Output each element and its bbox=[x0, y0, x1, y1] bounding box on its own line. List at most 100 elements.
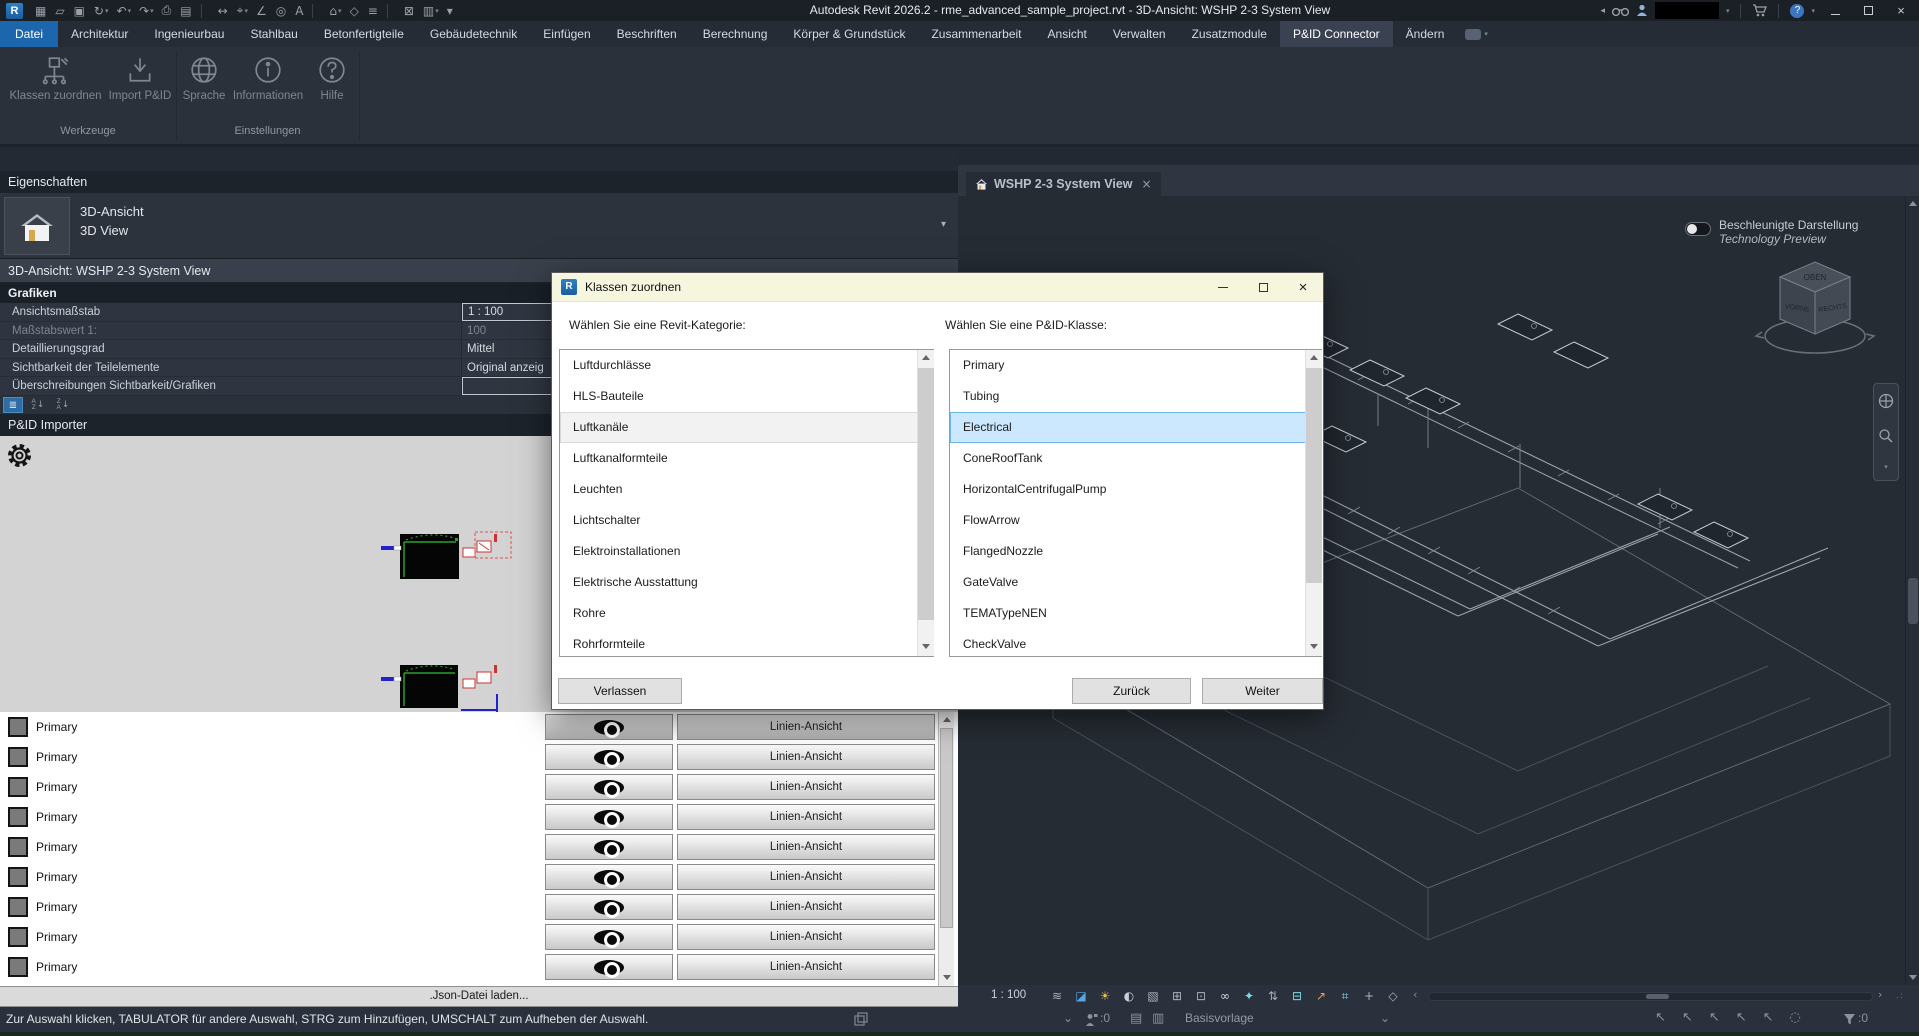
class-list-item[interactable]: Tubing bbox=[950, 381, 1321, 412]
layer-color-swatch[interactable] bbox=[8, 747, 28, 767]
edit-sheet-icon[interactable]: ▤ bbox=[176, 1, 196, 21]
ribbon-tab[interactable]: Körper & Grundstück bbox=[780, 21, 918, 47]
tag-by-category-icon[interactable]: ◎ bbox=[272, 1, 291, 21]
text-icon[interactable]: A bbox=[291, 1, 308, 21]
close-button[interactable]: × bbox=[1888, 3, 1914, 18]
import-pid-button[interactable]: Import P&ID bbox=[106, 55, 174, 102]
layer-color-swatch[interactable] bbox=[8, 717, 28, 737]
filter-icon[interactable] bbox=[1843, 1013, 1856, 1026]
temporary-view-properties-icon[interactable]: ⊟ bbox=[1285, 989, 1309, 1003]
view-scale-button[interactable]: 1 : 100 bbox=[991, 989, 1026, 1001]
scroll-up-icon[interactable] bbox=[939, 712, 954, 727]
layer-color-swatch[interactable] bbox=[8, 837, 28, 857]
crop-view-icon[interactable]: ⊞ bbox=[1165, 989, 1189, 1003]
restore-button[interactable] bbox=[1855, 3, 1881, 18]
search-binoculars-icon[interactable] bbox=[1612, 5, 1629, 17]
category-list-item[interactable]: Elektrische Ausstattung bbox=[560, 567, 933, 598]
visual-style-icon[interactable]: ◪ bbox=[1069, 989, 1093, 1003]
class-list-item[interactable]: Primary bbox=[950, 350, 1321, 381]
category-list-item[interactable]: Luftdurchlässe bbox=[560, 350, 933, 381]
tag-icon[interactable]: ⌖▾ bbox=[233, 1, 252, 21]
dialog-title-bar[interactable]: R Klassen zuordnen × bbox=[552, 273, 1323, 302]
modify-properties-icon[interactable]: ▦ bbox=[31, 1, 51, 21]
ribbon-tab[interactable]: Ingenieurbau bbox=[141, 21, 237, 47]
viewport-scrollbar[interactable] bbox=[1905, 196, 1919, 985]
reveal-hidden-elements-icon[interactable]: ✦ bbox=[1237, 989, 1261, 1003]
scroll-down-icon[interactable] bbox=[1906, 970, 1919, 985]
ribbon-tab[interactable]: Architektur bbox=[58, 21, 141, 47]
scrollbar-thumb[interactable] bbox=[918, 368, 934, 620]
angle-dimension-icon[interactable]: ∠ bbox=[252, 1, 272, 21]
view-mode-button[interactable]: Linien-Ansicht bbox=[677, 954, 935, 980]
back-button[interactable]: Zurück bbox=[1072, 678, 1191, 704]
dialog-minimize-button[interactable] bbox=[1203, 273, 1243, 301]
scrollbar-thumb[interactable] bbox=[1306, 368, 1322, 583]
customize-qat-icon[interactable]: ▾ bbox=[443, 1, 458, 21]
class-list-item[interactable]: GateValve bbox=[950, 567, 1321, 598]
view-mode-button[interactable]: Linien-Ansicht bbox=[677, 894, 935, 920]
thin-lines-icon[interactable]: ≡ bbox=[364, 1, 383, 21]
options-dropdown-icon[interactable]: ⌄ bbox=[1380, 1011, 1390, 1025]
category-list-item[interactable]: Elektroinstallationen bbox=[560, 536, 933, 567]
thin-lines-icon[interactable]: ≋ bbox=[1045, 989, 1069, 1003]
dialog-close-button[interactable]: × bbox=[1283, 273, 1323, 301]
minimize-button[interactable] bbox=[1822, 3, 1848, 18]
next-button[interactable]: Weiter bbox=[1202, 678, 1323, 704]
class-list-item[interactable]: FlangedNozzle bbox=[950, 536, 1321, 567]
scrollbar-thumb[interactable] bbox=[1908, 578, 1918, 624]
revit-logo-icon[interactable]: R bbox=[6, 3, 23, 19]
undo-icon[interactable]: ↶▾ bbox=[113, 1, 136, 21]
visibility-toggle-button[interactable] bbox=[545, 714, 673, 740]
class-list-item[interactable]: CheckValve bbox=[950, 629, 1321, 657]
load-json-button[interactable]: .Json-Datei laden... bbox=[0, 986, 958, 1007]
collapse-controls-icon[interactable]: ‹ bbox=[1413, 988, 1417, 1001]
user-account-icon[interactable] bbox=[1636, 4, 1648, 17]
open-file-icon[interactable]: ▱ bbox=[51, 1, 69, 21]
navigation-bar[interactable]: ▾ bbox=[1873, 383, 1899, 481]
view-mode-button[interactable]: Linien-Ansicht bbox=[677, 774, 935, 800]
zoom-icon[interactable] bbox=[1878, 428, 1894, 444]
visibility-toggle-button[interactable] bbox=[545, 894, 673, 920]
help-icon[interactable]: ? bbox=[1790, 4, 1804, 18]
ribbon-help-button[interactable]: Hilfe bbox=[312, 55, 352, 102]
class-list-scrollbar[interactable] bbox=[1305, 350, 1322, 656]
category-list-item[interactable]: Lichtschalter bbox=[560, 505, 933, 536]
select-underlay-icon[interactable]: ↖ bbox=[1682, 1010, 1693, 1025]
visibility-toggle-button[interactable] bbox=[545, 744, 673, 770]
select-links-icon[interactable]: ↖ bbox=[1655, 1010, 1666, 1025]
rendering-icon[interactable]: ▧ bbox=[1141, 989, 1165, 1003]
view-mode-button[interactable]: Linien-Ansicht bbox=[677, 864, 935, 890]
view-mode-button[interactable]: Linien-Ansicht bbox=[677, 744, 935, 770]
select-pinned-icon[interactable]: ↖ bbox=[1709, 1010, 1720, 1025]
navbar-dropdown-icon[interactable]: ▾ bbox=[1884, 463, 1888, 471]
user-name-redacted[interactable] bbox=[1655, 2, 1719, 19]
sort-ascending-button[interactable]: AZ↓ bbox=[28, 397, 48, 413]
panel-label-einstellungen[interactable]: Einstellungen bbox=[176, 123, 359, 140]
view-cube[interactable]: OBEN VORNE RECHTS bbox=[1750, 248, 1880, 363]
visibility-toggle-button[interactable] bbox=[545, 774, 673, 800]
panel-label-werkzeuge[interactable]: Werkzeuge bbox=[0, 123, 176, 140]
section-icon[interactable]: ◇ bbox=[346, 1, 364, 21]
print-icon[interactable]: ⎙ bbox=[158, 1, 177, 21]
move-icon[interactable]: + bbox=[1357, 989, 1381, 1003]
resize-grip[interactable]: .: bbox=[1896, 991, 1904, 1001]
select-by-face-icon[interactable]: ↖ bbox=[1736, 1010, 1747, 1025]
ribbon-tab[interactable]: Zusammenarbeit bbox=[918, 21, 1034, 47]
save-icon[interactable]: ▣ bbox=[70, 1, 90, 21]
ribbon-tab[interactable]: Gebäudetechnik bbox=[417, 21, 530, 47]
scrollbar-thumb[interactable] bbox=[940, 728, 953, 928]
design-options-icon[interactable]: ▤ bbox=[1130, 1011, 1142, 1026]
main-model-icon[interactable]: ▥ bbox=[1152, 1011, 1164, 1026]
category-list-item[interactable]: HLS-Bauteile bbox=[560, 381, 933, 412]
layer-color-swatch[interactable] bbox=[8, 957, 28, 977]
reveal-constraints-icon[interactable]: ⌗ bbox=[1333, 989, 1357, 1004]
language-button[interactable]: Sprache bbox=[182, 55, 226, 102]
ribbon-tab[interactable]: Zusatzmodule bbox=[1179, 21, 1280, 47]
scroll-down-icon[interactable] bbox=[939, 970, 954, 985]
aligned-dimension-icon[interactable]: ↔ bbox=[214, 1, 233, 21]
dialog-maximize-button[interactable] bbox=[1243, 273, 1283, 301]
layer-color-swatch[interactable] bbox=[8, 897, 28, 917]
map-classes-button[interactable]: Klassen zuordnen bbox=[8, 55, 103, 102]
layer-color-swatch[interactable] bbox=[8, 807, 28, 827]
visibility-toggle-button[interactable] bbox=[545, 804, 673, 830]
